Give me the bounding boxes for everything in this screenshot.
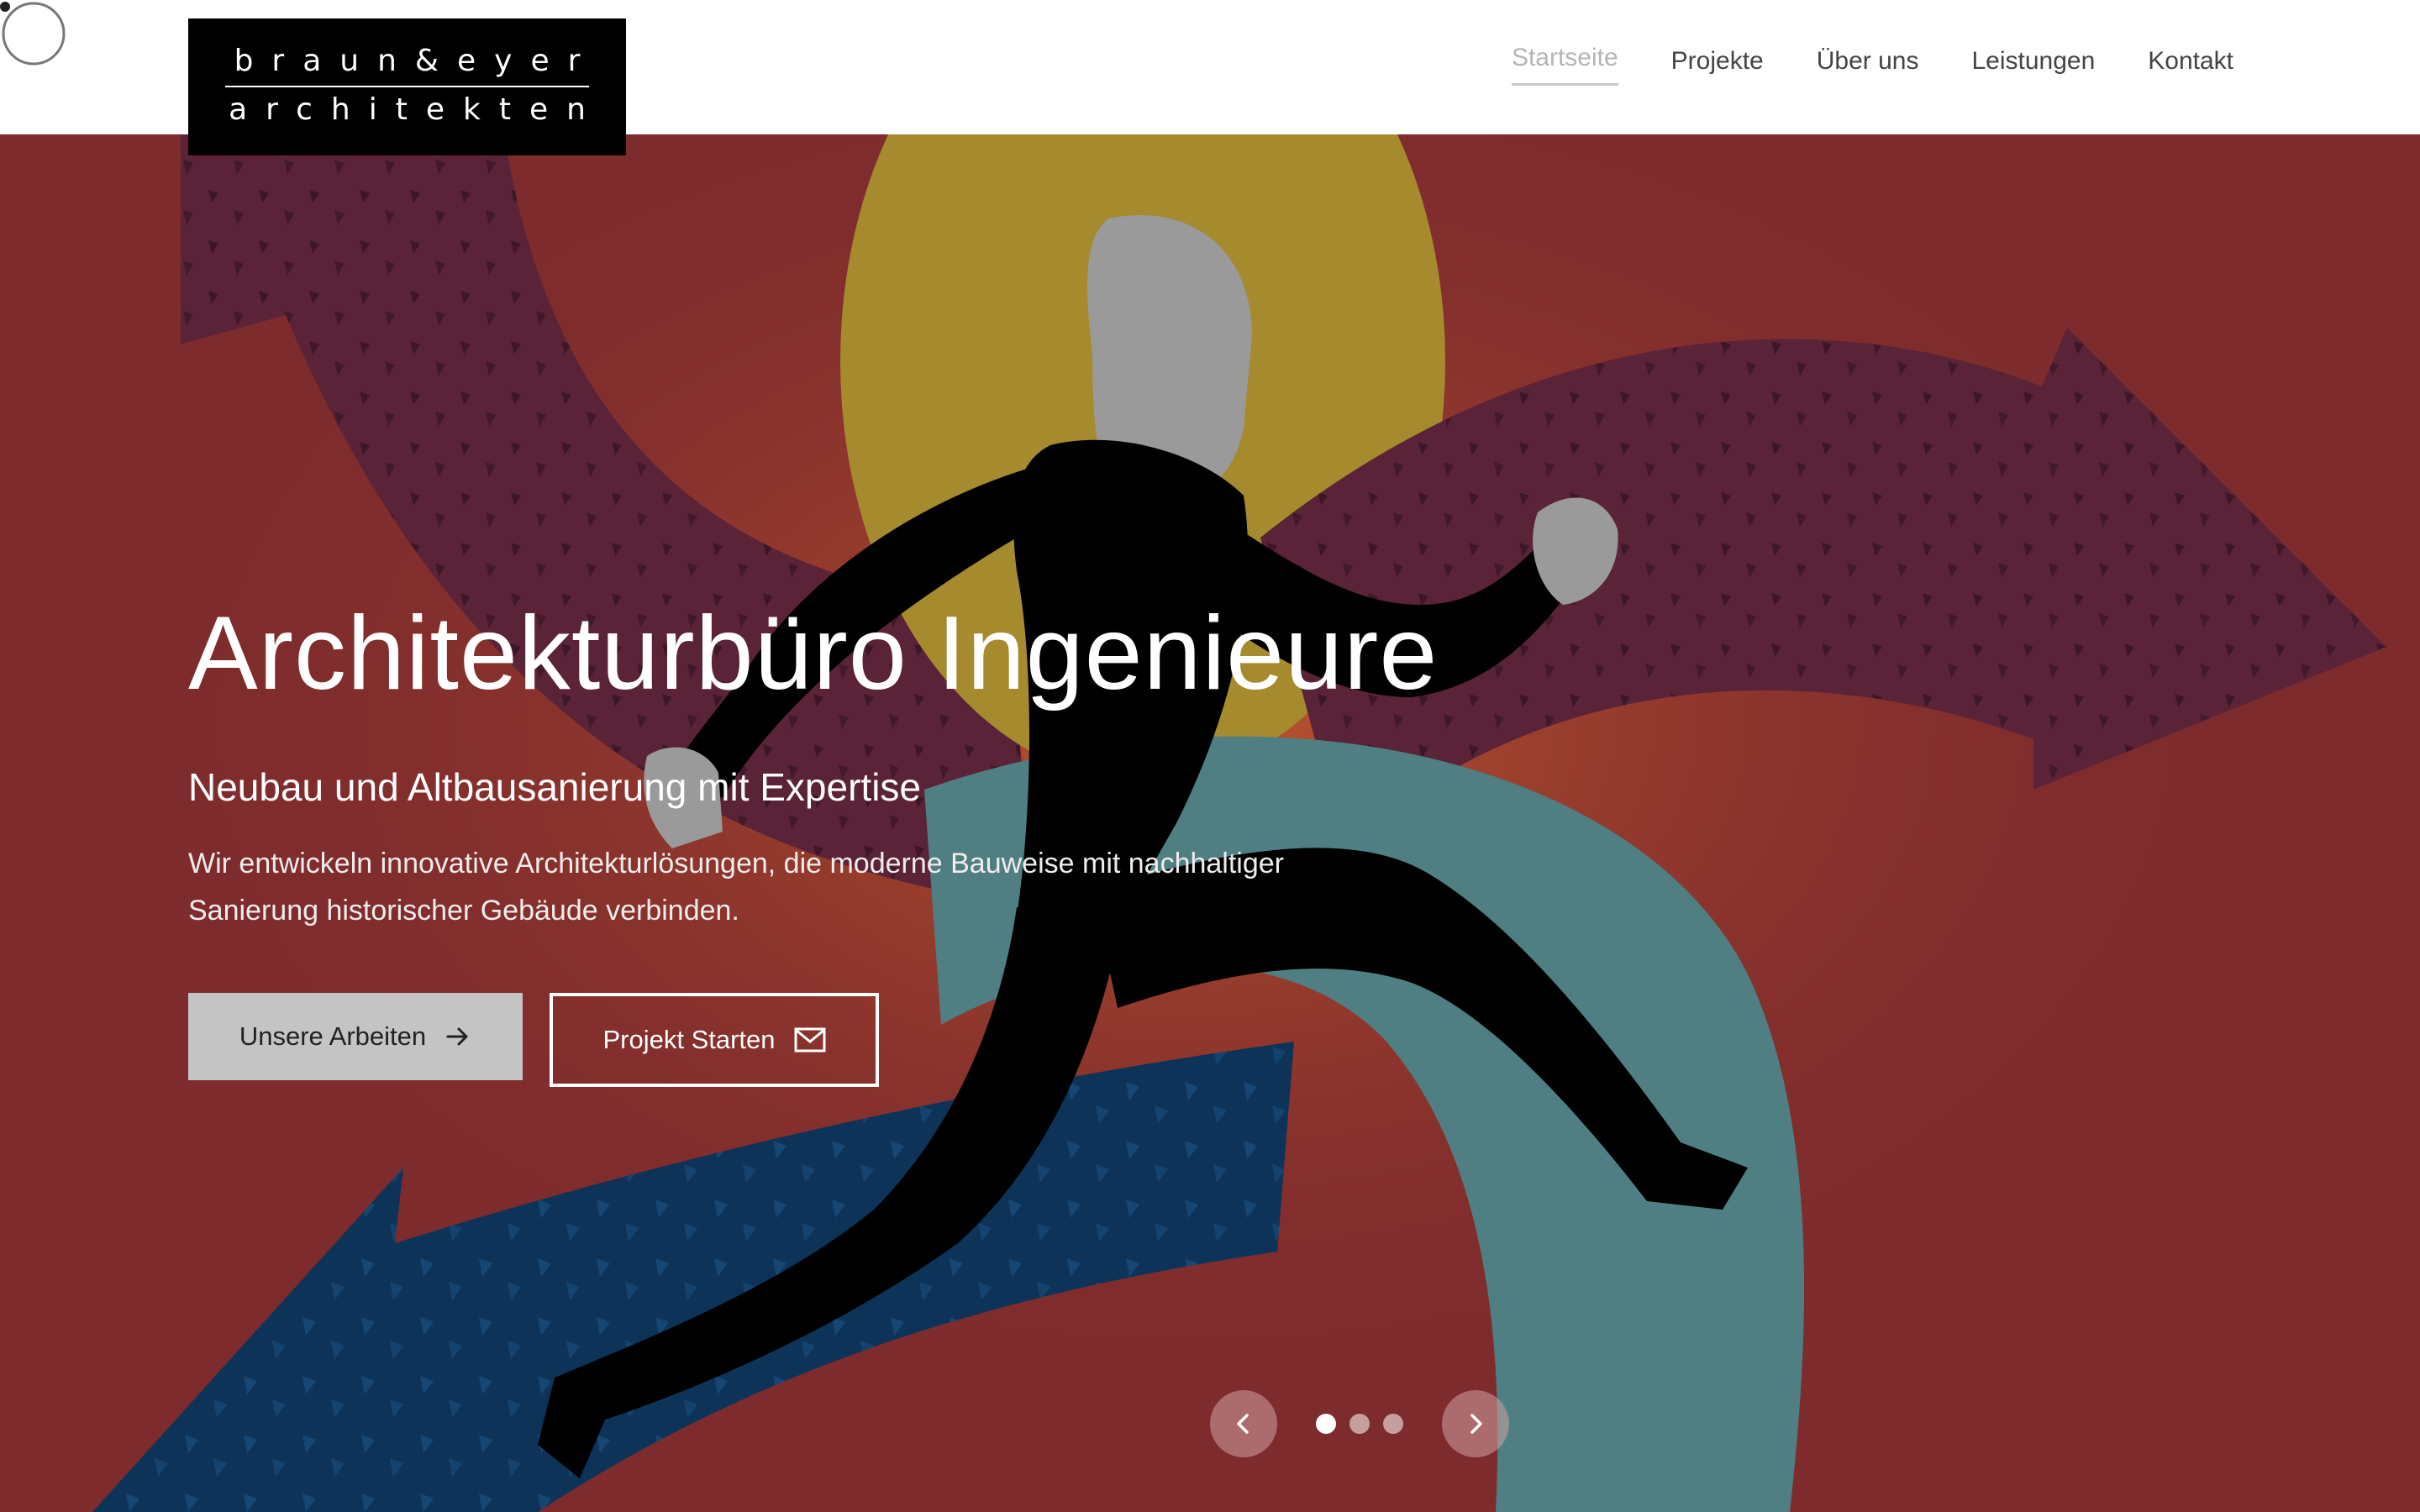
slider-dot-3[interactable]	[1383, 1414, 1403, 1434]
slider-dots	[1316, 1414, 1403, 1434]
cursor-ring-icon	[0, 2, 66, 66]
logo-line-2: architekten	[229, 92, 604, 127]
slider-next-button[interactable]	[1442, 1390, 1509, 1457]
hero-slider: Architekturbüro Ingenieure Neubau und Al…	[0, 134, 2420, 1512]
hero-title: Architekturbüro Ingenieure	[188, 596, 1439, 711]
nav-item-startseite[interactable]: Startseite	[1511, 44, 1618, 86]
chevron-left-icon	[1237, 1414, 1249, 1434]
nav-item-leistungen[interactable]: Leistungen	[1971, 47, 2095, 84]
unsere-arbeiten-button[interactable]: Unsere Arbeiten	[188, 993, 523, 1081]
site-logo[interactable]: braun&eyer architekten	[188, 18, 626, 155]
slider-controls	[1210, 1390, 1509, 1457]
hero-subtitle: Neubau und Altbausanierung mit Expertise	[188, 765, 922, 810]
projekt-starten-button[interactable]: Projekt Starten	[550, 993, 879, 1088]
nav-item-ueber-uns[interactable]: Über uns	[1817, 47, 1919, 84]
chevron-right-icon	[1470, 1414, 1482, 1434]
nav-item-kontakt[interactable]: Kontakt	[2148, 47, 2233, 84]
logo-divider	[225, 86, 589, 87]
mail-icon	[794, 1027, 826, 1053]
hero-content: Architekturbüro Ingenieure Neubau und Al…	[188, 596, 1701, 1088]
projekt-starten-label: Projekt Starten	[602, 1025, 776, 1055]
main-nav: Startseite Projekte Über uns Leistungen …	[1459, 44, 2233, 86]
site-header: braun&eyer architekten Startseite Projek…	[0, 0, 2420, 155]
slider-prev-button[interactable]	[1210, 1390, 1277, 1457]
arrow-right-icon	[446, 1027, 468, 1046]
slider-dot-1[interactable]	[1316, 1414, 1336, 1434]
nav-item-projekte[interactable]: Projekte	[1671, 47, 1764, 84]
slider-dot-2[interactable]	[1349, 1414, 1370, 1434]
hero-description: Wir entwickeln innovative Architekturlös…	[188, 848, 1285, 927]
logo-line-1: braun&eyer	[234, 44, 599, 78]
unsere-arbeiten-label: Unsere Arbeiten	[239, 1021, 427, 1052]
hero-buttons: Unsere Arbeiten Projekt Starten	[188, 993, 1701, 1088]
